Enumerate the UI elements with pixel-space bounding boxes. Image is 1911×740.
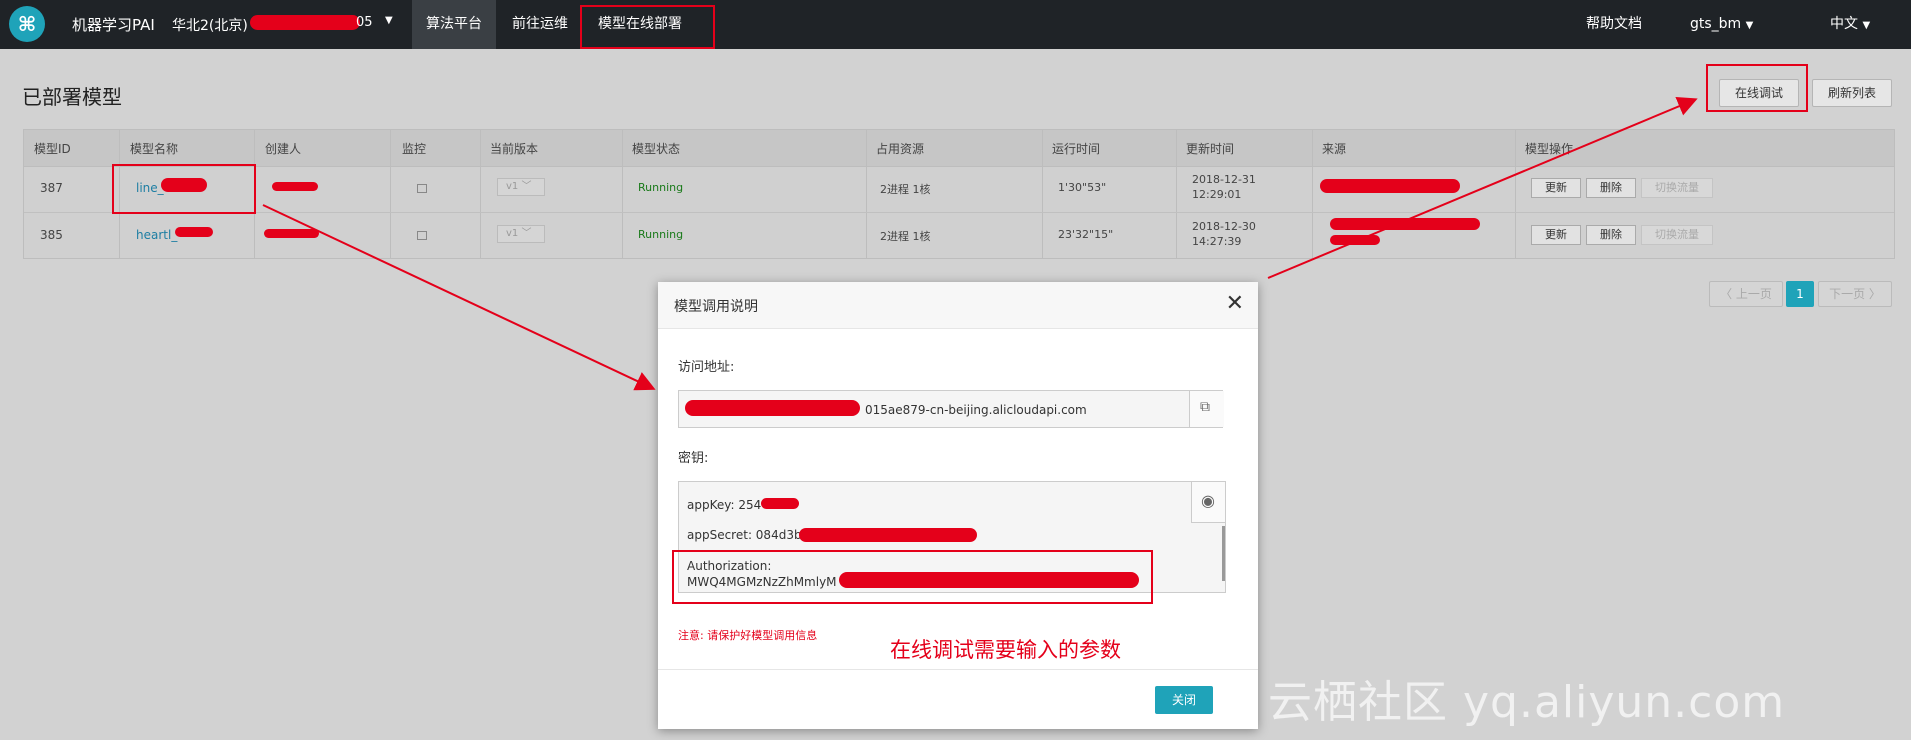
annotation-arrow xyxy=(1267,96,1698,279)
annotation-arrows xyxy=(262,96,1698,391)
annotation-arrow xyxy=(262,204,656,391)
watermark: 云栖社区 yq.aliyun.com xyxy=(1268,677,1786,728)
